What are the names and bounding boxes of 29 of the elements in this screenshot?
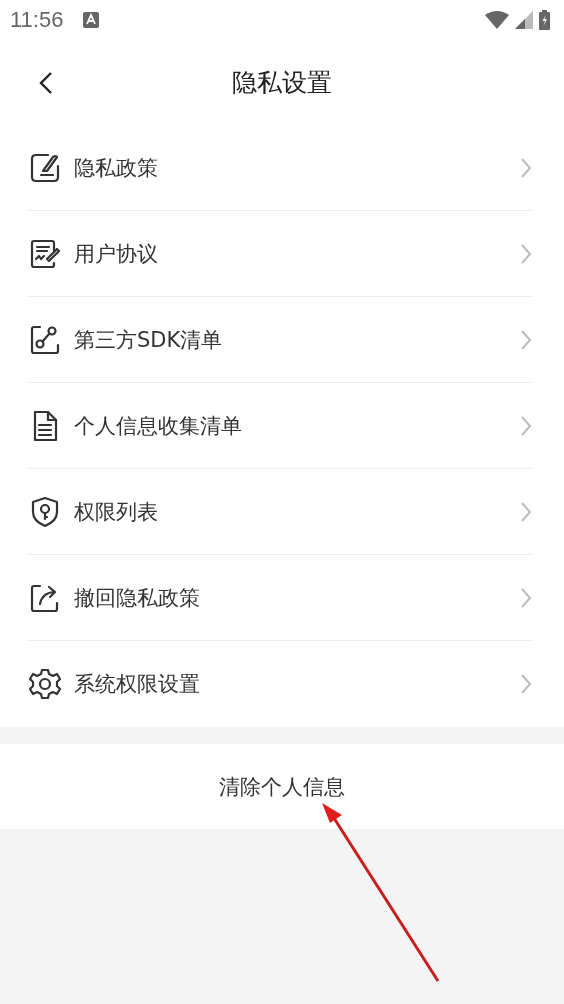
menu-item[interactable]: 隐私政策 <box>28 125 532 211</box>
notification-icon <box>83 12 100 28</box>
menu-item-label: 隐私政策 <box>74 154 159 182</box>
menu-item-label: 第三方SDK清单 <box>74 326 224 354</box>
chevron-icon <box>520 156 532 179</box>
page-title: 隐私设置 <box>232 67 332 99</box>
chevron-icon <box>520 586 532 609</box>
chevron-icon <box>520 242 532 265</box>
clear-personal-info-button[interactable]: 清除个人信息 <box>0 744 564 829</box>
battery-icon <box>539 10 550 30</box>
menu-item[interactable]: 撤回隐私政策 <box>28 555 532 641</box>
menu-item[interactable]: 权限列表 <box>28 469 532 555</box>
chevron-icon <box>520 328 532 351</box>
signal-icon <box>515 11 533 29</box>
menu-item-label: 权限列表 <box>74 498 159 526</box>
menu-item[interactable]: 个人信息收集清单 <box>28 383 532 469</box>
menu-item-label: 用户协议 <box>74 240 159 268</box>
menu-item-label: 系统权限设置 <box>74 671 201 698</box>
chevron-icon <box>520 414 532 437</box>
menu-item-label: 个人信息收集清单 <box>74 412 243 440</box>
menu-item[interactable]: 第三方SDK清单 <box>28 297 532 383</box>
status-time: 11:56 <box>10 7 64 33</box>
settings-icon <box>28 667 62 701</box>
menu-item[interactable]: 用户协议 <box>28 211 532 297</box>
chevron-icon <box>520 500 532 523</box>
menu-item-label: 撤回隐私政策 <box>74 584 201 612</box>
chevron-icon <box>520 673 532 695</box>
menu-item[interactable]: 系统权限设置 <box>28 641 532 727</box>
wifi-icon <box>485 11 509 29</box>
